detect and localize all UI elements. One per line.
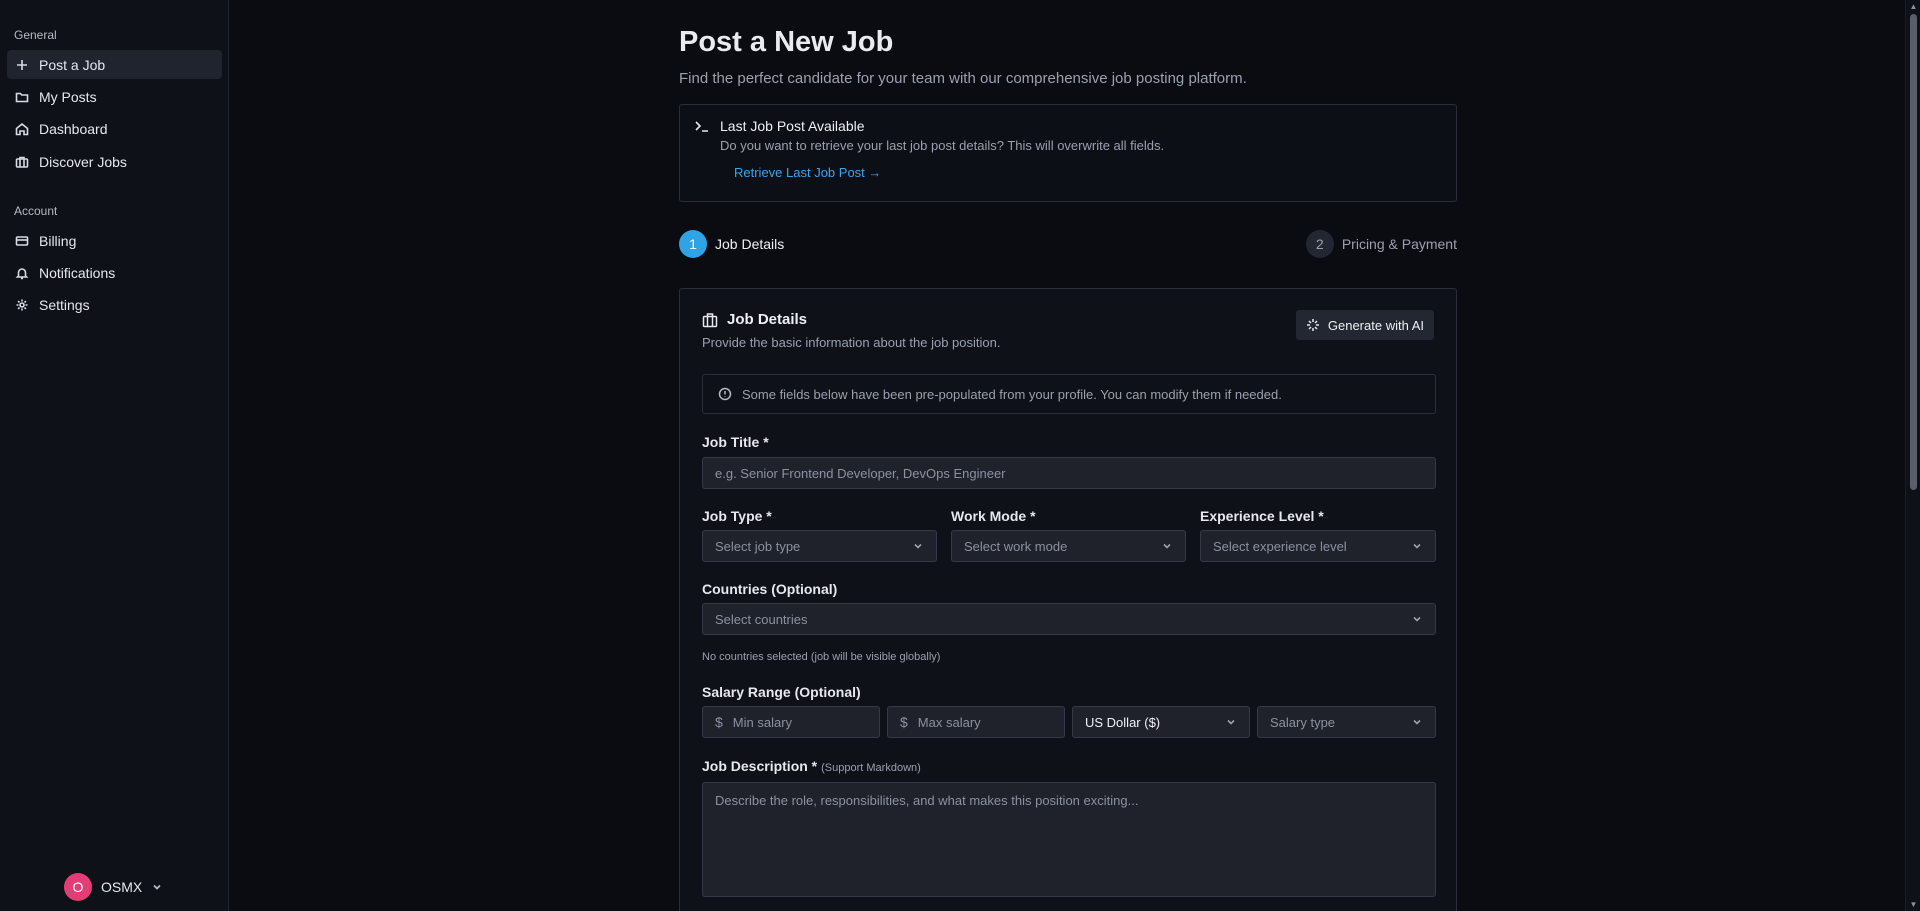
sidebar-item-notifications[interactable]: Notifications xyxy=(7,258,222,287)
sidebar-item-my-posts[interactable]: My Posts xyxy=(7,82,222,111)
countries-helper-text: No countries selected (job will be visib… xyxy=(702,651,941,663)
user-menu[interactable]: O OSMX xyxy=(64,873,163,901)
user-name: OSMX xyxy=(101,879,143,895)
experience-level-select[interactable]: Select experience level xyxy=(1200,530,1436,562)
credit-card-icon xyxy=(15,235,29,246)
job-description-label-text: Job Description * xyxy=(702,758,818,774)
step-job-details[interactable]: 1 Job Details xyxy=(679,230,784,258)
countries-select[interactable]: Select countries xyxy=(702,603,1436,635)
markdown-support-note: (Support Markdown) xyxy=(821,762,921,774)
sidebar-item-label: Billing xyxy=(39,232,77,249)
max-salary-input[interactable] xyxy=(917,714,1038,730)
chevron-down-icon xyxy=(1413,543,1421,549)
countries-label: Countries (Optional) xyxy=(702,581,838,597)
prefill-info-text: Some fields below have been pre-populate… xyxy=(742,386,1282,402)
sidebar-item-settings[interactable]: Settings xyxy=(7,290,222,319)
avatar: O xyxy=(64,873,92,901)
step-number: 2 xyxy=(1305,230,1334,258)
job-title-input[interactable] xyxy=(702,457,1436,489)
plus-icon xyxy=(17,59,27,70)
scroll-up-arrow-icon[interactable]: ▲ xyxy=(1909,2,1918,11)
sidebar-item-dashboard[interactable]: Dashboard xyxy=(7,114,222,143)
experience-level-label: Experience Level * xyxy=(1200,508,1324,524)
card-title: Job Details xyxy=(727,311,808,328)
salary-type-select[interactable]: Salary type xyxy=(1257,706,1436,738)
sidebar-group-title-account: Account xyxy=(14,204,58,218)
briefcase-icon xyxy=(15,156,29,168)
chevron-down-icon xyxy=(153,884,161,890)
job-type-value: Select job type xyxy=(715,538,801,554)
currency-select[interactable]: US Dollar ($) xyxy=(1072,706,1250,738)
salary-type-value: Salary type xyxy=(1270,714,1336,730)
sidebar-item-label: Settings xyxy=(39,296,90,313)
currency-value: US Dollar ($) xyxy=(1085,714,1161,730)
info-icon xyxy=(718,387,732,401)
home-icon xyxy=(15,122,29,135)
gear-icon xyxy=(16,299,28,310)
card-description: Provide the basic information about the … xyxy=(702,335,1001,350)
sidebar-item-billing[interactable]: Billing xyxy=(7,226,222,255)
retrieve-title: Last Job Post Available xyxy=(720,118,865,134)
scroll-thumb[interactable] xyxy=(1910,14,1917,490)
step-label: Pricing & Payment xyxy=(1341,236,1457,252)
step-pricing-payment[interactable]: 2 Pricing & Payment xyxy=(1305,230,1457,258)
chevron-down-icon xyxy=(914,543,922,549)
max-salary-field[interactable]: $ xyxy=(887,706,1065,738)
job-description-textarea[interactable] xyxy=(702,782,1436,897)
page-scrollbar[interactable]: ▲ ▼ xyxy=(1905,0,1920,911)
chevron-down-icon xyxy=(1227,719,1235,725)
sparkles-icon xyxy=(1306,319,1319,331)
min-salary-input[interactable] xyxy=(732,714,853,730)
retrieve-description: Do you want to retrieve your last job po… xyxy=(720,138,1165,153)
job-description-label: Job Description * (Support Markdown) xyxy=(702,758,921,774)
sidebar-item-label: Dashboard xyxy=(39,120,108,137)
sidebar-item-label: My Posts xyxy=(39,88,97,105)
sidebar-group-title-general: General xyxy=(14,28,57,42)
sidebar: General Post a Job My Posts Dashboard Di… xyxy=(0,0,229,911)
job-type-select[interactable]: Select job type xyxy=(702,530,937,562)
job-title-label: Job Title * xyxy=(702,434,769,450)
dollar-icon: $ xyxy=(900,714,908,730)
page-title: Post a New Job xyxy=(679,26,894,58)
step-number: 1 xyxy=(679,230,707,258)
sidebar-item-post-a-job[interactable]: Post a Job xyxy=(7,50,222,79)
page-subtitle: Find the perfect candidate for your team… xyxy=(679,70,1247,87)
generate-with-ai-button[interactable]: Generate with AI xyxy=(1295,310,1434,340)
min-salary-field[interactable]: $ xyxy=(702,706,880,738)
countries-value: Select countries xyxy=(715,611,808,627)
retrieve-last-post-banner: Last Job Post Available Do you want to r… xyxy=(679,104,1457,202)
generate-with-ai-label: Generate with AI xyxy=(1327,317,1424,333)
briefcase-icon xyxy=(702,312,718,328)
scroll-down-arrow-icon[interactable]: ▼ xyxy=(1909,900,1918,909)
step-label: Job Details xyxy=(715,236,785,252)
chevron-down-icon xyxy=(1163,543,1171,549)
sidebar-item-label: Notifications xyxy=(39,264,116,281)
job-details-card: Job Details Provide the basic informatio… xyxy=(679,288,1457,911)
bell-icon xyxy=(15,267,29,279)
dollar-icon: $ xyxy=(715,714,723,730)
salary-range-label: Salary Range (Optional) xyxy=(702,684,861,700)
sidebar-item-label: Discover Jobs xyxy=(39,153,127,170)
work-mode-select[interactable]: Select work mode xyxy=(951,530,1186,562)
chevron-down-icon xyxy=(1413,719,1421,725)
work-mode-value: Select work mode xyxy=(964,538,1068,554)
retrieve-last-post-link[interactable]: Retrieve Last Job Post → xyxy=(734,165,881,180)
sidebar-item-label: Post a Job xyxy=(39,56,106,73)
sidebar-item-discover-jobs[interactable]: Discover Jobs xyxy=(7,147,222,176)
terminal-icon xyxy=(694,119,710,133)
prefill-info-box: Some fields below have been pre-populate… xyxy=(702,374,1436,414)
chevron-down-icon xyxy=(1413,616,1421,622)
work-mode-label: Work Mode * xyxy=(951,508,1036,524)
folder-icon xyxy=(15,92,29,102)
experience-level-value: Select experience level xyxy=(1213,538,1347,554)
job-type-label: Job Type * xyxy=(702,508,772,524)
